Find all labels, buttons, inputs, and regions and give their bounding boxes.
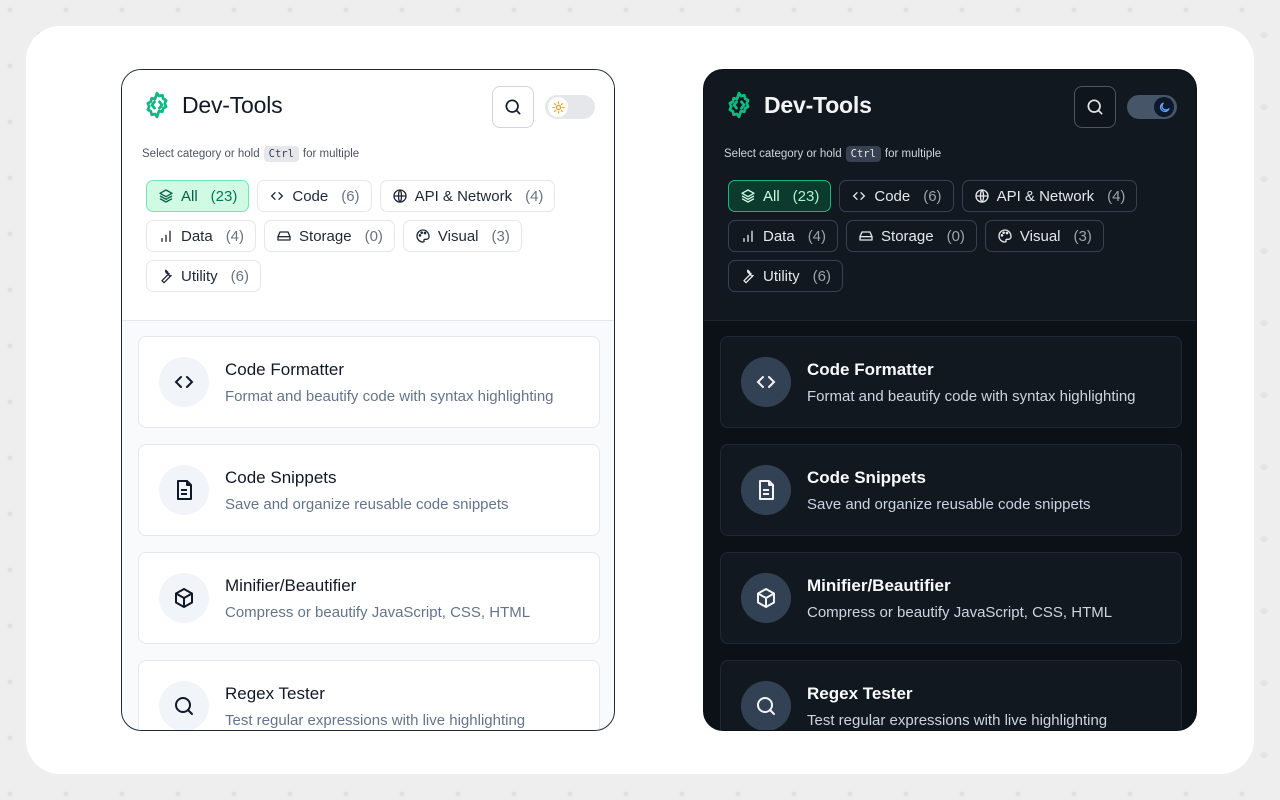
tool-card-code-snippets[interactable]: Code Snippets Save and organize reusable… [138, 444, 600, 536]
wrench-icon [743, 269, 754, 284]
theme-toggle-knob [1154, 97, 1174, 117]
ctrl-key: Ctrl [845, 146, 881, 162]
tool-name: Regex Tester [807, 683, 913, 703]
hard-drive-icon [859, 231, 873, 241]
code-icon [174, 376, 194, 388]
bar-chart-icon [161, 230, 171, 242]
tool-description: Test regular expressions with live highl… [807, 711, 1108, 729]
tool-list: Code Formatter Format and beautify code … [138, 336, 600, 730]
tool-name: Minifier/Beautifier [807, 575, 951, 595]
category-chip-all[interactable]: All (23) [146, 180, 250, 212]
search-icon [175, 697, 193, 715]
category-chip-code[interactable]: Code (6) [839, 180, 954, 212]
tool-name: Regex Tester [225, 683, 325, 703]
header-section: Dev-Tools Select category or hold Ctrl f… [122, 70, 614, 321]
code-icon [756, 376, 776, 388]
layers-icon [741, 189, 755, 203]
category-chip-code[interactable]: Code (6) [257, 180, 372, 212]
category-filters: All (23) Code (6) API & Network (4) Data (4)… [728, 180, 1168, 292]
box-icon [175, 588, 193, 608]
category-chip-utility[interactable]: Utility (6) [728, 260, 844, 292]
file-text-icon [759, 480, 774, 500]
search-icon [757, 697, 775, 715]
tool-name: Code Formatter [807, 359, 934, 379]
tool-card-regex-tester[interactable]: Regex Tester Test regular expressions wi… [720, 660, 1182, 730]
box-icon [757, 588, 775, 608]
category-filters: All (23) Code (6) API & Network (4) Data (4)… [146, 180, 586, 292]
category-chip-api-network[interactable]: API & Network (4) [961, 180, 1138, 212]
tool-name: Code Snippets [807, 467, 927, 487]
tool-card-code-formatter[interactable]: Code Formatter Format and beautify code … [720, 336, 1182, 428]
multi-select-hint: Select category or hold Ctrl for multipl… [142, 146, 360, 162]
tool-description: Test regular expressions with live highl… [225, 711, 526, 729]
tool-card-code-formatter[interactable]: Code Formatter Format and beautify code … [138, 336, 600, 428]
category-chip-storage[interactable]: Storage (0) [264, 220, 395, 252]
category-chip-visual[interactable]: Visual (3) [984, 220, 1104, 252]
tool-description: Save and organize reusable code snippets [225, 495, 509, 513]
theme-toggle[interactable] [1127, 95, 1177, 119]
tool-name: Code Formatter [225, 359, 345, 379]
tool-name: Code Snippets [225, 467, 337, 487]
dark-theme-panel: Dev-Tools Select category or hold Ctrl f… [703, 69, 1197, 731]
search-button[interactable] [492, 86, 534, 128]
tool-name: Minifier/Beautifier [225, 575, 357, 595]
multi-select-hint: Select category or hold Ctrl for multipl… [724, 146, 942, 162]
category-chip-data[interactable]: Data (4) [146, 220, 257, 252]
moon-icon [1159, 102, 1169, 112]
app-title: Dev-Tools [764, 91, 872, 118]
app-title: Dev-Tools [182, 91, 283, 118]
brand: Dev-Tools [724, 90, 872, 120]
tool-description: Save and organize reusable code snippets [807, 495, 1091, 513]
palette-icon [416, 229, 430, 243]
header-section: Dev-Tools Select category or hold Ctrl f… [704, 70, 1196, 321]
brand: Dev-Tools [142, 90, 283, 120]
code-icon [271, 192, 284, 200]
search-button[interactable] [1074, 86, 1116, 128]
search-icon [505, 99, 521, 115]
search-icon [1087, 99, 1103, 115]
tool-card-regex-tester[interactable]: Regex Tester Test regular expressions wi… [138, 660, 600, 730]
tool-description: Compress or beautify JavaScript, CSS, HT… [807, 603, 1113, 621]
light-theme-panel: Dev-Tools Select category or hold Ctrl f… [121, 69, 615, 731]
tool-card-minifier-beautifier[interactable]: Minifier/Beautifier Compress or beautify… [138, 552, 600, 644]
theme-toggle[interactable] [545, 95, 595, 119]
layers-icon [159, 189, 173, 203]
category-chip-all[interactable]: All (23) [728, 180, 832, 212]
gear-logo-icon [728, 91, 750, 119]
tool-list: Code Formatter Format and beautify code … [720, 336, 1182, 730]
tool-description: Compress or beautify JavaScript, CSS, HT… [225, 603, 531, 621]
category-chip-storage[interactable]: Storage (0) [846, 220, 977, 252]
category-chip-visual[interactable]: Visual (3) [402, 220, 522, 252]
category-chip-data[interactable]: Data (4) [728, 220, 839, 252]
file-text-icon [177, 480, 192, 500]
bar-chart-icon [743, 230, 753, 242]
ctrl-key: Ctrl [263, 146, 299, 162]
tool-card-code-snippets[interactable]: Code Snippets Save and organize reusable… [720, 444, 1182, 536]
gear-logo-icon [146, 91, 168, 119]
category-chip-utility[interactable]: Utility (6) [146, 260, 262, 292]
tool-description: Format and beautify code with syntax hig… [807, 387, 1136, 405]
globe-icon [392, 189, 407, 203]
category-chip-api-network[interactable]: API & Network (4) [379, 180, 556, 212]
tool-card-minifier-beautifier[interactable]: Minifier/Beautifier Compress or beautify… [720, 552, 1182, 644]
theme-toggle-knob [548, 97, 568, 117]
wrench-icon [161, 269, 172, 284]
hard-drive-icon [277, 231, 291, 241]
code-icon [853, 192, 866, 200]
tool-description: Format and beautify code with syntax hig… [225, 387, 554, 405]
globe-icon [974, 189, 989, 203]
sun-icon [551, 100, 565, 114]
palette-icon [998, 229, 1012, 243]
